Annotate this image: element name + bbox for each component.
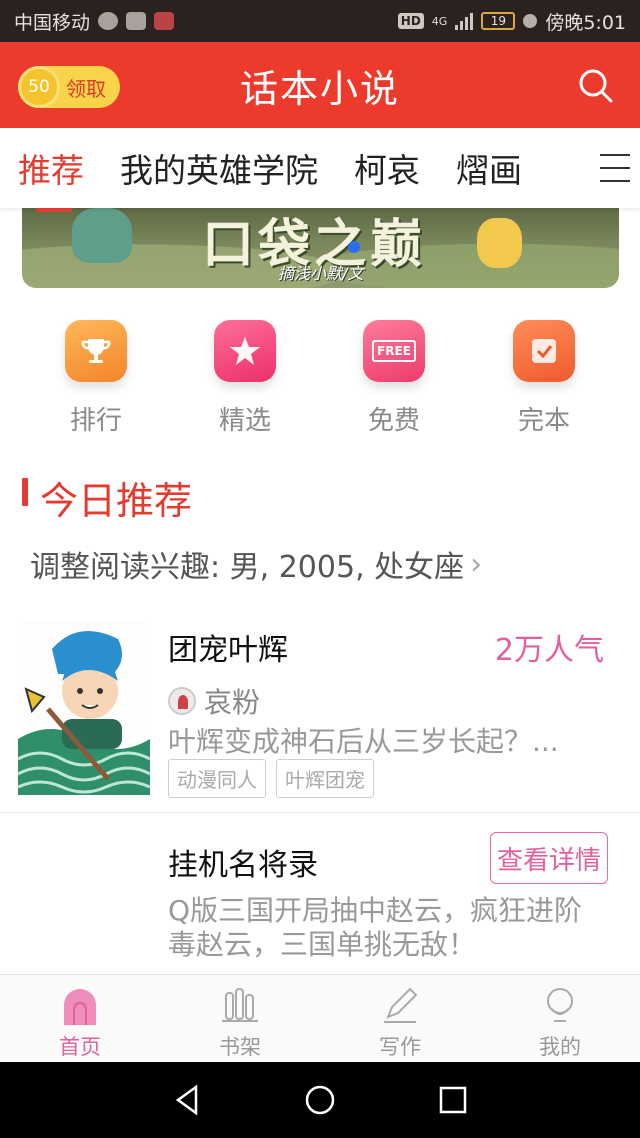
avatar — [168, 687, 196, 715]
section-marker — [22, 478, 28, 506]
recents-icon[interactable] — [436, 1083, 470, 1117]
star-icon — [214, 320, 276, 382]
category-completed[interactable]: 完本 — [499, 320, 589, 437]
author-row: 哀粉 — [168, 681, 260, 721]
banner-subtitle: 摘浅小默/文 — [278, 264, 364, 283]
adjust-interest-link[interactable]: 调整阅读兴趣: 男, 2005, 处女座 › — [30, 542, 482, 586]
book-title: 团宠叶辉 — [168, 633, 288, 668]
free-icon: FREE — [363, 320, 425, 382]
nav-label: 首页 — [59, 1035, 101, 1059]
book-title: 挂机名将录 — [168, 848, 318, 883]
tag-item[interactable]: 动漫同人 — [168, 759, 266, 798]
category-label: 排行 — [69, 406, 122, 436]
book-card[interactable]: 挂机名将录 查看详情 Q版三国开局抽中赵云，疯狂进阶 毒赵云，三国单挑无敌！ — [0, 820, 640, 974]
app-title: 话本小说 — [239, 66, 400, 111]
pen-icon — [384, 987, 418, 1023]
home-icon — [64, 989, 96, 1025]
carousel-indicator — [348, 241, 360, 253]
wechat-notification-icon — [126, 12, 147, 30]
coin-count: 50 — [28, 77, 50, 97]
category-featured[interactable]: 精选 — [200, 320, 290, 437]
nav-label: 我的 — [539, 1035, 581, 1059]
system-navigation-bar — [0, 1062, 640, 1138]
back-icon[interactable] — [170, 1083, 204, 1117]
book-card[interactable]: 团宠叶辉 2万人气 哀粉 叶辉变成神石后从三岁长起？... 动漫同人 叶辉团宠 — [0, 615, 640, 813]
tab-my-hero-academia[interactable]: 我的英雄学院 — [120, 144, 318, 192]
carrier-label: 中国移动 — [14, 11, 91, 34]
claim-coins-button[interactable]: 50 领取 — [18, 66, 120, 108]
section-title: 今日推荐 — [40, 479, 193, 523]
battery-icon: 19 — [481, 12, 516, 30]
category-tabs: 推荐 我的英雄学院 柯哀 熠画 — [0, 128, 640, 212]
leaf-icon — [523, 14, 538, 28]
view-details-button[interactable]: 查看详情 — [489, 832, 608, 884]
tag-list: 动漫同人 叶辉团宠 — [168, 759, 374, 798]
app-notification-icon — [154, 12, 175, 30]
profile-icon — [547, 988, 573, 1022]
nav-label: 书架 — [219, 1035, 261, 1059]
free-icon-text: FREE — [372, 340, 416, 362]
status-bar: 中国移动 HD 4G 19 傍晚5:01 — [0, 0, 640, 42]
tab-recommend[interactable]: 推荐 — [18, 144, 84, 212]
tab-yi-hua[interactable]: 熠画 — [456, 144, 522, 192]
category-ranking[interactable]: 排行 — [51, 320, 141, 437]
signal-icon — [455, 12, 474, 30]
bookshelf-icon — [222, 988, 258, 1022]
clock: 傍晚5:01 — [545, 11, 626, 34]
banner-character-right — [477, 218, 522, 268]
coin-icon: 50 — [18, 66, 60, 108]
book-description-line-1: Q版三国开局抽中赵云，疯狂进阶 — [168, 894, 583, 927]
nav-profile[interactable]: 我的 — [480, 975, 640, 1062]
nav-label: 写作 — [379, 1035, 421, 1059]
trophy-icon — [65, 320, 127, 382]
bottom-navigation: 首页 书架 写作 我的 — [0, 974, 640, 1062]
author-name: 哀粉 — [204, 686, 261, 719]
home-circle-icon[interactable] — [303, 1083, 337, 1117]
book-description-line-2: 毒赵云，三国单挑无敌！ — [168, 928, 477, 961]
hd-badge: HD — [397, 13, 424, 29]
checklist-icon — [513, 320, 575, 382]
tag-item[interactable]: 叶辉团宠 — [276, 759, 374, 798]
nav-home[interactable]: 首页 — [0, 975, 160, 1062]
category-shortcuts: 排行 精选 FREE 免费 完本 — [0, 320, 640, 440]
battery-level: 19 — [490, 14, 506, 28]
nav-bookshelf[interactable]: 书架 — [160, 975, 320, 1062]
browser-notification-icon — [98, 12, 119, 30]
category-label: 精选 — [218, 406, 271, 436]
book-cover — [18, 619, 150, 795]
promo-banner[interactable]: 口袋之巅 摘浅小默/文 — [22, 208, 619, 288]
category-label: 免费 — [367, 406, 420, 436]
interest-text: 调整阅读兴趣: 男, 2005, 处女座 — [30, 550, 465, 585]
app-header: 50 领取 话本小说 — [0, 42, 640, 128]
claim-label: 领取 — [66, 76, 106, 101]
search-icon[interactable] — [578, 68, 614, 104]
nav-write[interactable]: 写作 — [320, 975, 480, 1062]
popularity-badge: 2万人气 — [494, 633, 604, 668]
menu-icon[interactable] — [600, 154, 630, 182]
category-free[interactable]: FREE 免费 — [349, 320, 439, 437]
tab-ke-ai[interactable]: 柯哀 — [354, 144, 420, 192]
network-label: 4G — [431, 14, 448, 28]
category-label: 完本 — [517, 406, 570, 436]
chevron-right-icon: › — [470, 546, 483, 582]
book-description: 叶辉变成神石后从三岁长起？... — [168, 725, 559, 758]
banner-character-left — [72, 208, 132, 263]
